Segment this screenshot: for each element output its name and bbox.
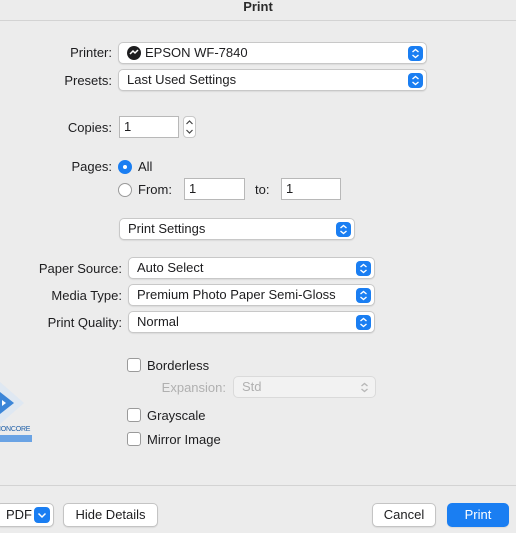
paper-source-popup[interactable]: Auto Select [128, 257, 375, 279]
presets-popup[interactable]: Last Used Settings [118, 69, 427, 91]
pages-to-field[interactable]: 1 [281, 178, 341, 200]
badge-text: IONCORE [0, 426, 31, 433]
chevron-updown-icon [408, 46, 423, 61]
mirror-image-label: Mirror Image [147, 432, 221, 447]
expansion-label: Expansion: [161, 380, 226, 395]
epson-fusioncore-logo: IONCORE [0, 378, 34, 444]
pages-range-radio[interactable] [118, 183, 132, 197]
chevron-updown-icon [356, 288, 371, 303]
presets-value: Last Used Settings [127, 72, 237, 87]
chevron-updown-icon [336, 222, 351, 237]
hide-details-button[interactable]: Hide Details [63, 503, 158, 527]
chevron-updown-icon [356, 315, 371, 330]
print-quality-label: Print Quality: [47, 315, 122, 330]
printer-label: Printer: [70, 45, 112, 60]
expansion-popup[interactable]: Std [233, 376, 376, 398]
print-quality-popup[interactable]: Normal [128, 311, 375, 333]
printer-popup[interactable]: EPSON WF-7840 [118, 42, 427, 64]
paper-source-value: Auto Select [137, 260, 204, 275]
pages-from-label: From: [138, 182, 172, 197]
expansion-value: Std [242, 379, 262, 394]
badge-stripe [0, 435, 32, 442]
footer-divider [0, 485, 516, 486]
borderless-checkbox[interactable] [127, 358, 141, 372]
chevron-updown-icon [408, 73, 423, 88]
media-type-label: Media Type: [51, 288, 122, 303]
pages-from-field[interactable]: 1 [184, 178, 245, 200]
chevron-updown-icon [357, 380, 372, 395]
section-value: Print Settings [128, 221, 206, 236]
pages-to-label: to: [255, 182, 270, 197]
pages-all-radio[interactable] [118, 160, 132, 174]
section-popup[interactable]: Print Settings [119, 218, 355, 240]
mirror-image-checkbox[interactable] [127, 432, 141, 446]
chevron-down-icon [34, 507, 50, 523]
paper-source-label: Paper Source: [38, 261, 122, 276]
grayscale-checkbox[interactable] [127, 408, 141, 422]
printer-network-icon [127, 46, 141, 60]
pages-label: Pages: [71, 159, 112, 174]
copies-field[interactable]: 1 [119, 116, 179, 138]
media-type-value: Premium Photo Paper Semi-Gloss [137, 287, 336, 302]
chevron-updown-icon [356, 261, 371, 276]
media-type-popup[interactable]: Premium Photo Paper Semi-Gloss [128, 284, 375, 306]
pages-all-label: All [138, 159, 153, 174]
pdf-menu-button[interactable]: PDF [0, 503, 54, 527]
grayscale-label: Grayscale [147, 408, 206, 423]
pdf-label: PDF [6, 507, 32, 522]
copies-stepper[interactable] [183, 116, 196, 138]
copies-label: Copies: [67, 120, 112, 135]
presets-label: Presets: [64, 73, 112, 88]
print-quality-value: Normal [137, 314, 179, 329]
cancel-button[interactable]: Cancel [372, 503, 436, 527]
printer-value: EPSON WF-7840 [145, 45, 248, 60]
window-title: Print [243, 0, 273, 14]
borderless-label: Borderless [147, 358, 210, 373]
title-divider [0, 20, 516, 21]
print-button[interactable]: Print [447, 503, 509, 527]
